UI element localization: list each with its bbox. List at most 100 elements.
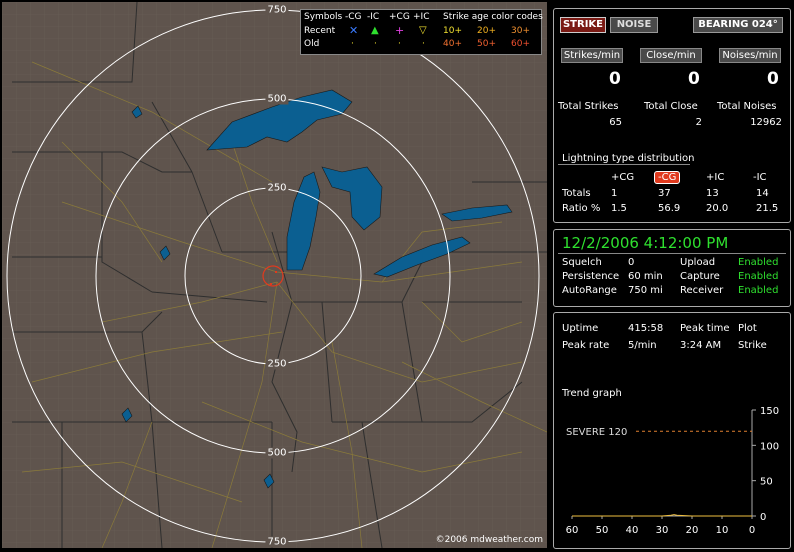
total-close-label: Total Close xyxy=(644,101,698,112)
trend-graph: 15010050060 50 40 30 20 10 0 SEVERE 120 xyxy=(566,406,779,536)
neg-ic-old-icon: · xyxy=(374,39,377,49)
total-close-value: 2 xyxy=(695,117,702,128)
x-tick-label: 50 xyxy=(596,525,609,536)
strikes-per-min-button[interactable]: Strikes/min xyxy=(561,48,623,63)
ratio-neg-cg: 56.9 xyxy=(658,203,681,214)
legend-age-title: Strike age color codes xyxy=(443,12,543,22)
peak-time-value: 3:24 AM xyxy=(680,340,722,351)
symbol-legend: Symbols -CG -IC +CG +IC Strike age color… xyxy=(300,9,543,55)
lightning-map[interactable]: 750 500 250 250 500 750 ©2006 mdweather.… xyxy=(2,2,547,548)
total-noises-label: Total Noises xyxy=(717,101,777,112)
dist-header-pos-cg: +CG xyxy=(611,172,635,183)
y-tick-label: 50 xyxy=(760,477,773,488)
age-code-60: 60+ xyxy=(511,39,530,49)
strikes-per-min-value: 0 xyxy=(609,69,621,89)
total-noises-value: 12962 xyxy=(750,117,782,128)
strike-marker xyxy=(275,271,277,273)
totals-pos-cg: 1 xyxy=(611,188,618,199)
noise-mode-button[interactable]: NOISE xyxy=(610,17,658,33)
ring-label-250-top: 250 xyxy=(265,182,289,194)
x-tick-label: 20 xyxy=(686,525,699,536)
receiver-status: Enabled xyxy=(738,285,779,296)
plot-value[interactable]: Strike xyxy=(738,340,767,351)
dist-header-pos-ic: +IC xyxy=(706,172,725,183)
persistence-label: Persistence xyxy=(562,271,620,282)
severe-threshold: SEVERE 120 xyxy=(566,427,752,438)
legend-old-label: Old xyxy=(304,39,320,49)
total-strikes-value: 65 xyxy=(609,117,622,128)
copyright-label: ©2006 mdweather.com xyxy=(435,535,543,545)
noises-per-min-value: 0 xyxy=(767,69,779,89)
persistence-value: 60 min xyxy=(628,271,663,282)
total-strikes-label: Total Strikes xyxy=(558,101,619,112)
uptime-value: 415:58 xyxy=(628,323,664,334)
strike-mode-button[interactable]: STRIKE xyxy=(560,17,606,33)
current-datetime: 12/2/2006 4:12:00 PM xyxy=(562,234,729,252)
autorange-value: 750 mi xyxy=(628,285,663,296)
stats-panel: STRIKE NOISE BEARING 024° Strikes/min Cl… xyxy=(553,8,791,223)
ratio-pos-ic: 20.0 xyxy=(706,203,729,214)
distribution-divider xyxy=(558,164,690,165)
upload-label: Upload xyxy=(680,257,716,268)
legend-col-pos-ic: +IC xyxy=(413,12,430,22)
ring-label-500-top: 500 xyxy=(265,93,289,105)
severe-threshold-label: SEVERE 120 xyxy=(566,427,627,438)
status-divider xyxy=(558,253,786,254)
map-canvas xyxy=(2,2,547,548)
legend-symbols-label: Symbols xyxy=(304,12,343,22)
ring-label-500-bottom: 500 xyxy=(265,447,289,459)
totals-neg-cg: 37 xyxy=(658,188,671,199)
trend-panel: Uptime 415:58 Peak time Plot Peak rate 5… xyxy=(553,312,791,549)
bearing-button[interactable]: BEARING 024° xyxy=(693,17,783,33)
neg-cg-old-icon: · xyxy=(351,39,354,49)
plot-label: Plot xyxy=(738,323,757,334)
x-tick-label: 10 xyxy=(716,525,729,536)
neg-ic-recent-icon: ▲ xyxy=(371,25,379,36)
x-tick-label: 30 xyxy=(656,525,669,536)
ring-label-750-bottom: 750 xyxy=(265,536,289,548)
legend-col-neg-cg: -CG xyxy=(345,12,362,22)
ratio-neg-ic: 21.5 xyxy=(756,203,779,214)
y-tick-label: 0 xyxy=(760,512,766,523)
peak-rate-label: Peak rate xyxy=(562,340,610,351)
y-tick-label: 150 xyxy=(760,406,779,417)
status-panel: 12/2/2006 4:12:00 PM Squelch 0 Upload En… xyxy=(553,229,791,307)
ratio-row-label: Ratio % xyxy=(562,203,601,214)
y-tick-label: 100 xyxy=(760,441,779,452)
trend-axes xyxy=(572,410,753,517)
close-per-min-value: 0 xyxy=(688,69,700,89)
ratio-pos-cg: 1.5 xyxy=(611,203,627,214)
legend-col-pos-cg: +CG xyxy=(389,12,410,22)
legend-col-neg-ic: -IC xyxy=(367,12,380,22)
squelch-value: 0 xyxy=(628,257,635,268)
age-code-40: 40+ xyxy=(443,39,462,49)
capture-label: Capture xyxy=(680,271,720,282)
legend-recent-label: Recent xyxy=(304,26,336,36)
dist-header-neg-ic: -IC xyxy=(753,172,767,183)
neg-cg-recent-icon: ✕ xyxy=(349,24,359,37)
pos-ic-recent-icon: ▽ xyxy=(419,25,427,36)
totals-pos-ic: 13 xyxy=(706,188,719,199)
age-code-10: 10+ xyxy=(443,26,462,36)
trend-series-line xyxy=(572,514,752,517)
pos-cg-old-icon: · xyxy=(398,39,401,49)
noises-per-min-button[interactable]: Noises/min xyxy=(719,48,781,63)
ring-label-250-bottom: 250 xyxy=(265,358,289,370)
uptime-label: Uptime xyxy=(562,323,599,334)
ring-label-750-top: 750 xyxy=(265,4,289,16)
strike-marker xyxy=(270,283,272,285)
close-per-min-button[interactable]: Close/min xyxy=(640,48,702,63)
autorange-label: AutoRange xyxy=(562,285,617,296)
pos-ic-old-icon: · xyxy=(422,39,425,49)
age-code-20: 20+ xyxy=(477,26,496,36)
dist-header-neg-cg: -CG xyxy=(654,171,681,184)
age-code-50: 50+ xyxy=(477,39,496,49)
age-code-30: 30+ xyxy=(511,26,530,36)
receiver-label: Receiver xyxy=(680,285,724,296)
pos-cg-recent-icon: + xyxy=(395,24,405,37)
distribution-title: Lightning type distribution xyxy=(562,153,695,164)
squelch-label: Squelch xyxy=(562,257,602,268)
peak-time-label: Peak time xyxy=(680,323,730,334)
x-tick-label: 0 xyxy=(749,525,755,536)
upload-status: Enabled xyxy=(738,257,779,268)
